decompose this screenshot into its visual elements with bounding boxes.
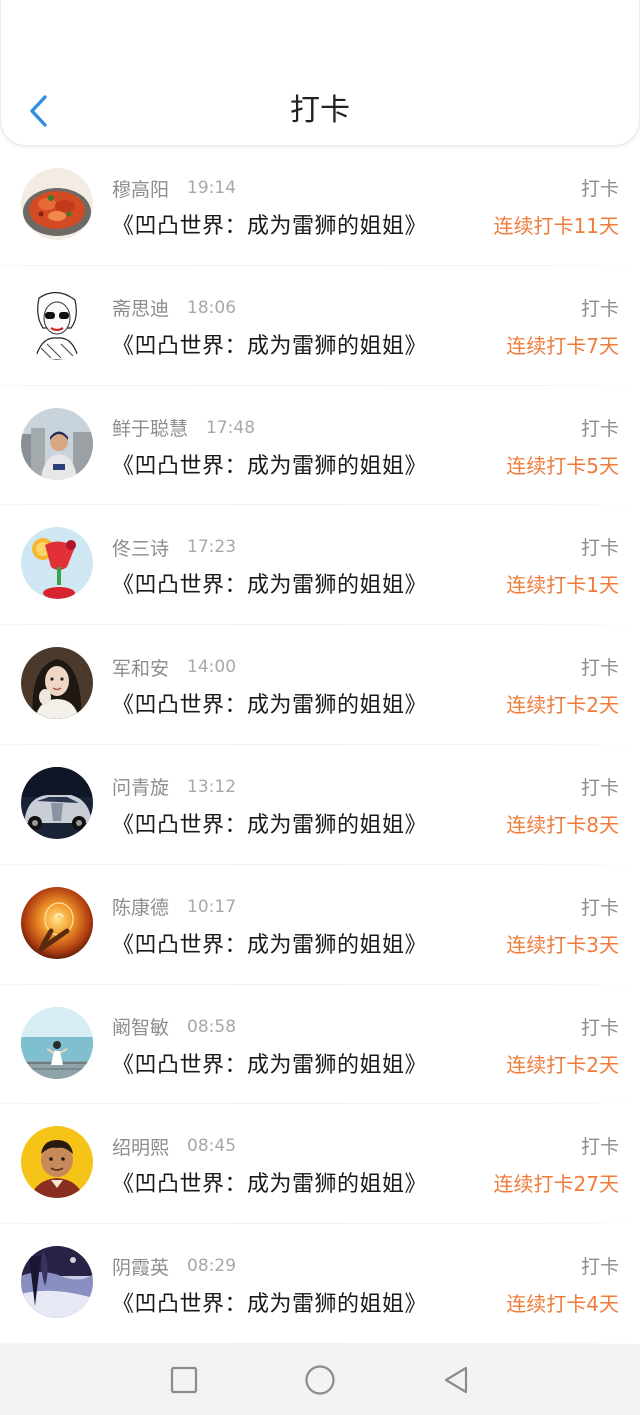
checkin-action: 打卡 xyxy=(580,178,619,200)
list-item[interactable]: 绍明熙 08:45 《凹凸世界：成为雷狮的姐姐》 打卡 连续打卡27天 xyxy=(0,1104,640,1224)
checkin-action: 打卡 xyxy=(580,1256,619,1279)
top-bar: 打卡 xyxy=(0,0,640,146)
checkin-time: 08:29 xyxy=(187,1256,237,1277)
item-meta: 绍明熙 08:45 xyxy=(112,1132,236,1160)
user-name: 斋思迪 xyxy=(112,298,170,321)
checkin-screen: 打卡 穆高阳 19:14 《凹凸世界：成为雷狮的姐姐》 打卡 连续打卡11天 斋… xyxy=(0,0,640,1415)
item-meta: 穆高阳 19:14 xyxy=(112,174,236,202)
list-item[interactable]: 斋思迪 18:06 《凹凸世界：成为雷狮的姐姐》 打卡 连续打卡7天 xyxy=(0,266,640,386)
checkin-time: 14:00 xyxy=(187,657,237,678)
checkin-action: 打卡 xyxy=(580,1136,619,1159)
avatar[interactable] xyxy=(21,886,93,959)
checkin-time: 19:14 xyxy=(187,178,237,198)
home-button[interactable] xyxy=(300,1360,340,1400)
item-meta: 问青旋 13:12 xyxy=(112,773,236,801)
item-meta: 军和安 14:00 xyxy=(112,653,236,681)
list-item[interactable]: 问青旋 13:12 《凹凸世界：成为雷狮的姐姐》 打卡 连续打卡8天 xyxy=(0,745,640,865)
checkin-action: 打卡 xyxy=(580,776,619,799)
item-meta: 阚智敏 08:58 xyxy=(112,1013,236,1041)
streak-label: 连续打卡5天 xyxy=(506,453,619,478)
checkin-action: 打卡 xyxy=(580,1016,619,1039)
item-meta: 阴霞英 08:29 xyxy=(112,1252,236,1280)
item-meta: 斋思迪 18:06 xyxy=(112,294,236,322)
recent-apps-button[interactable] xyxy=(164,1360,204,1400)
user-name: 绍明熙 xyxy=(112,1136,170,1159)
chevron-left-icon xyxy=(30,95,47,127)
user-name: 阴霞英 xyxy=(112,1256,170,1279)
checkin-list[interactable]: 穆高阳 19:14 《凹凸世界：成为雷狮的姐姐》 打卡 连续打卡11天 斋思迪 … xyxy=(0,146,640,1344)
avatar[interactable] xyxy=(21,407,93,480)
item-meta: 佟三诗 17:23 xyxy=(112,533,236,561)
avatar[interactable] xyxy=(21,1006,93,1079)
book-title[interactable]: 《凹凸世界：成为雷狮的姐姐》 xyxy=(112,328,427,360)
checkin-action: 打卡 xyxy=(580,537,619,560)
list-item[interactable]: 阴霞英 08:29 《凹凸世界：成为雷狮的姐姐》 打卡 连续打卡4天 xyxy=(0,1224,640,1344)
square-icon xyxy=(170,1366,198,1393)
list-item[interactable]: 陈康德 10:17 《凹凸世界：成为雷狮的姐姐》 打卡 连续打卡3天 xyxy=(0,865,640,985)
list-item[interactable]: 佟三诗 17:23 《凹凸世界：成为雷狮的姐姐》 打卡 连续打卡1天 xyxy=(0,505,640,625)
user-name: 穆高阳 xyxy=(112,178,170,201)
streak-label: 连续打卡3天 xyxy=(506,932,619,957)
checkin-time: 10:17 xyxy=(187,896,237,917)
system-nav-bar xyxy=(0,1344,640,1415)
streak-label: 连续打卡2天 xyxy=(506,693,619,718)
streak-label: 连续打卡1天 xyxy=(506,573,619,598)
user-name: 阚智敏 xyxy=(112,1017,170,1040)
book-title[interactable]: 《凹凸世界：成为雷狮的姐姐》 xyxy=(112,567,427,599)
checkin-action: 打卡 xyxy=(580,417,619,440)
book-title[interactable]: 《凹凸世界：成为雷狮的姐姐》 xyxy=(112,927,427,959)
back-button[interactable] xyxy=(19,88,59,134)
book-title[interactable]: 《凹凸世界：成为雷狮的姐姐》 xyxy=(112,448,427,480)
checkin-time: 13:12 xyxy=(187,776,237,797)
checkin-action: 打卡 xyxy=(580,657,619,680)
streak-label: 连续打卡11天 xyxy=(493,214,619,238)
list-item[interactable]: 军和安 14:00 《凹凸世界：成为雷狮的姐姐》 打卡 连续打卡2天 xyxy=(0,625,640,745)
user-name: 佟三诗 xyxy=(112,537,170,560)
book-title[interactable]: 《凹凸世界：成为雷狮的姐姐》 xyxy=(112,1047,427,1079)
list-item[interactable]: 鲜于聪慧 17:48 《凹凸世界：成为雷狮的姐姐》 打卡 连续打卡5天 xyxy=(0,386,640,506)
list-item[interactable]: 穆高阳 19:14 《凹凸世界：成为雷狮的姐姐》 打卡 连续打卡11天 xyxy=(0,146,640,266)
circle-icon xyxy=(305,1364,335,1395)
streak-label: 连续打卡8天 xyxy=(506,812,619,837)
user-name: 陈康德 xyxy=(112,897,170,920)
list-item[interactable]: 阚智敏 08:58 《凹凸世界：成为雷狮的姐姐》 打卡 连续打卡2天 xyxy=(0,985,640,1105)
checkin-time: 08:45 xyxy=(187,1136,237,1157)
book-title[interactable]: 《凹凸世界：成为雷狮的姐姐》 xyxy=(112,1166,427,1198)
checkin-action: 打卡 xyxy=(580,297,619,320)
book-title[interactable]: 《凹凸世界：成为雷狮的姐姐》 xyxy=(112,208,427,240)
system-back-button[interactable] xyxy=(436,1360,476,1400)
avatar[interactable] xyxy=(21,766,93,839)
streak-label: 连续打卡2天 xyxy=(506,1052,619,1077)
checkin-time: 18:06 xyxy=(187,297,237,318)
user-name: 军和安 xyxy=(112,657,170,680)
item-meta: 陈康德 10:17 xyxy=(112,893,236,921)
avatar[interactable] xyxy=(21,1126,93,1199)
avatar[interactable] xyxy=(21,527,93,600)
streak-label: 连续打卡4天 xyxy=(506,1292,619,1317)
user-name: 问青旋 xyxy=(112,777,170,800)
checkin-time: 17:48 xyxy=(206,417,256,438)
page-title: 打卡 xyxy=(290,93,350,128)
checkin-time: 08:58 xyxy=(187,1016,237,1037)
avatar[interactable] xyxy=(21,647,93,720)
book-title[interactable]: 《凹凸世界：成为雷狮的姐姐》 xyxy=(112,687,427,719)
checkin-time: 17:23 xyxy=(187,537,237,558)
streak-label: 连续打卡27天 xyxy=(493,1172,619,1197)
user-name: 鲜于聪慧 xyxy=(112,418,189,441)
item-meta: 鲜于聪慧 17:48 xyxy=(112,414,255,442)
avatar[interactable] xyxy=(21,1246,93,1319)
triangle-back-icon xyxy=(444,1366,468,1393)
avatar[interactable] xyxy=(21,168,93,240)
book-title[interactable]: 《凹凸世界：成为雷狮的姐姐》 xyxy=(112,1286,427,1318)
streak-label: 连续打卡7天 xyxy=(506,333,619,358)
checkin-action: 打卡 xyxy=(580,896,619,919)
avatar[interactable] xyxy=(21,287,93,360)
book-title[interactable]: 《凹凸世界：成为雷狮的姐姐》 xyxy=(112,807,427,839)
